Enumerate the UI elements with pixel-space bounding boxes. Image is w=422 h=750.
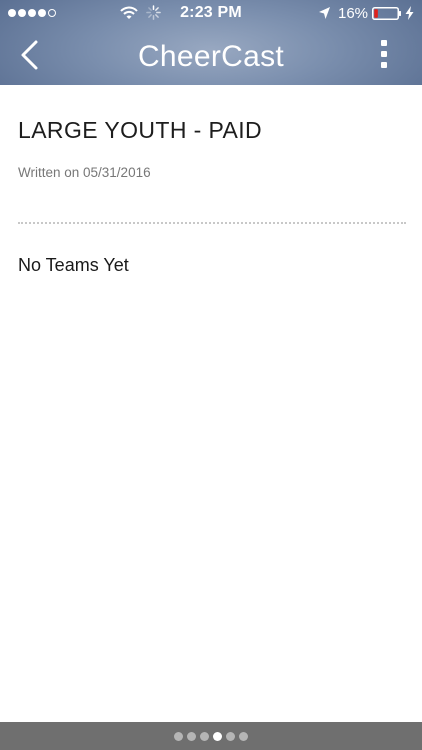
- empty-teams-message: No Teams Yet: [18, 255, 129, 275]
- charging-bolt-icon: [405, 6, 414, 20]
- status-bar: 2:23 PM 16%: [0, 0, 422, 28]
- page-dot[interactable]: [226, 732, 235, 741]
- more-menu-button[interactable]: [374, 40, 394, 74]
- page-indicator-bar: [0, 722, 422, 750]
- page-indicator: [0, 732, 422, 741]
- navigation-bar: CheerCast: [0, 28, 422, 85]
- article-title: LARGE YOUTH - PAID: [18, 117, 263, 143]
- battery-percentage: 16%: [338, 5, 369, 22]
- page-dot[interactable]: [187, 732, 196, 741]
- page-dot[interactable]: [239, 732, 248, 741]
- battery-icon: [372, 7, 401, 20]
- location-arrow-icon: [319, 7, 330, 19]
- page-dot[interactable]: [174, 732, 183, 741]
- dotted-divider: [18, 222, 406, 224]
- page-dot[interactable]: [200, 732, 209, 741]
- app-header: 2:23 PM 16% CheerCast: [0, 0, 422, 85]
- written-date: Written on 05/31/2016: [18, 165, 151, 180]
- app-title: CheerCast: [137, 40, 285, 73]
- page-dot[interactable]: [213, 732, 222, 741]
- vertical-ellipsis-icon: [374, 40, 394, 68]
